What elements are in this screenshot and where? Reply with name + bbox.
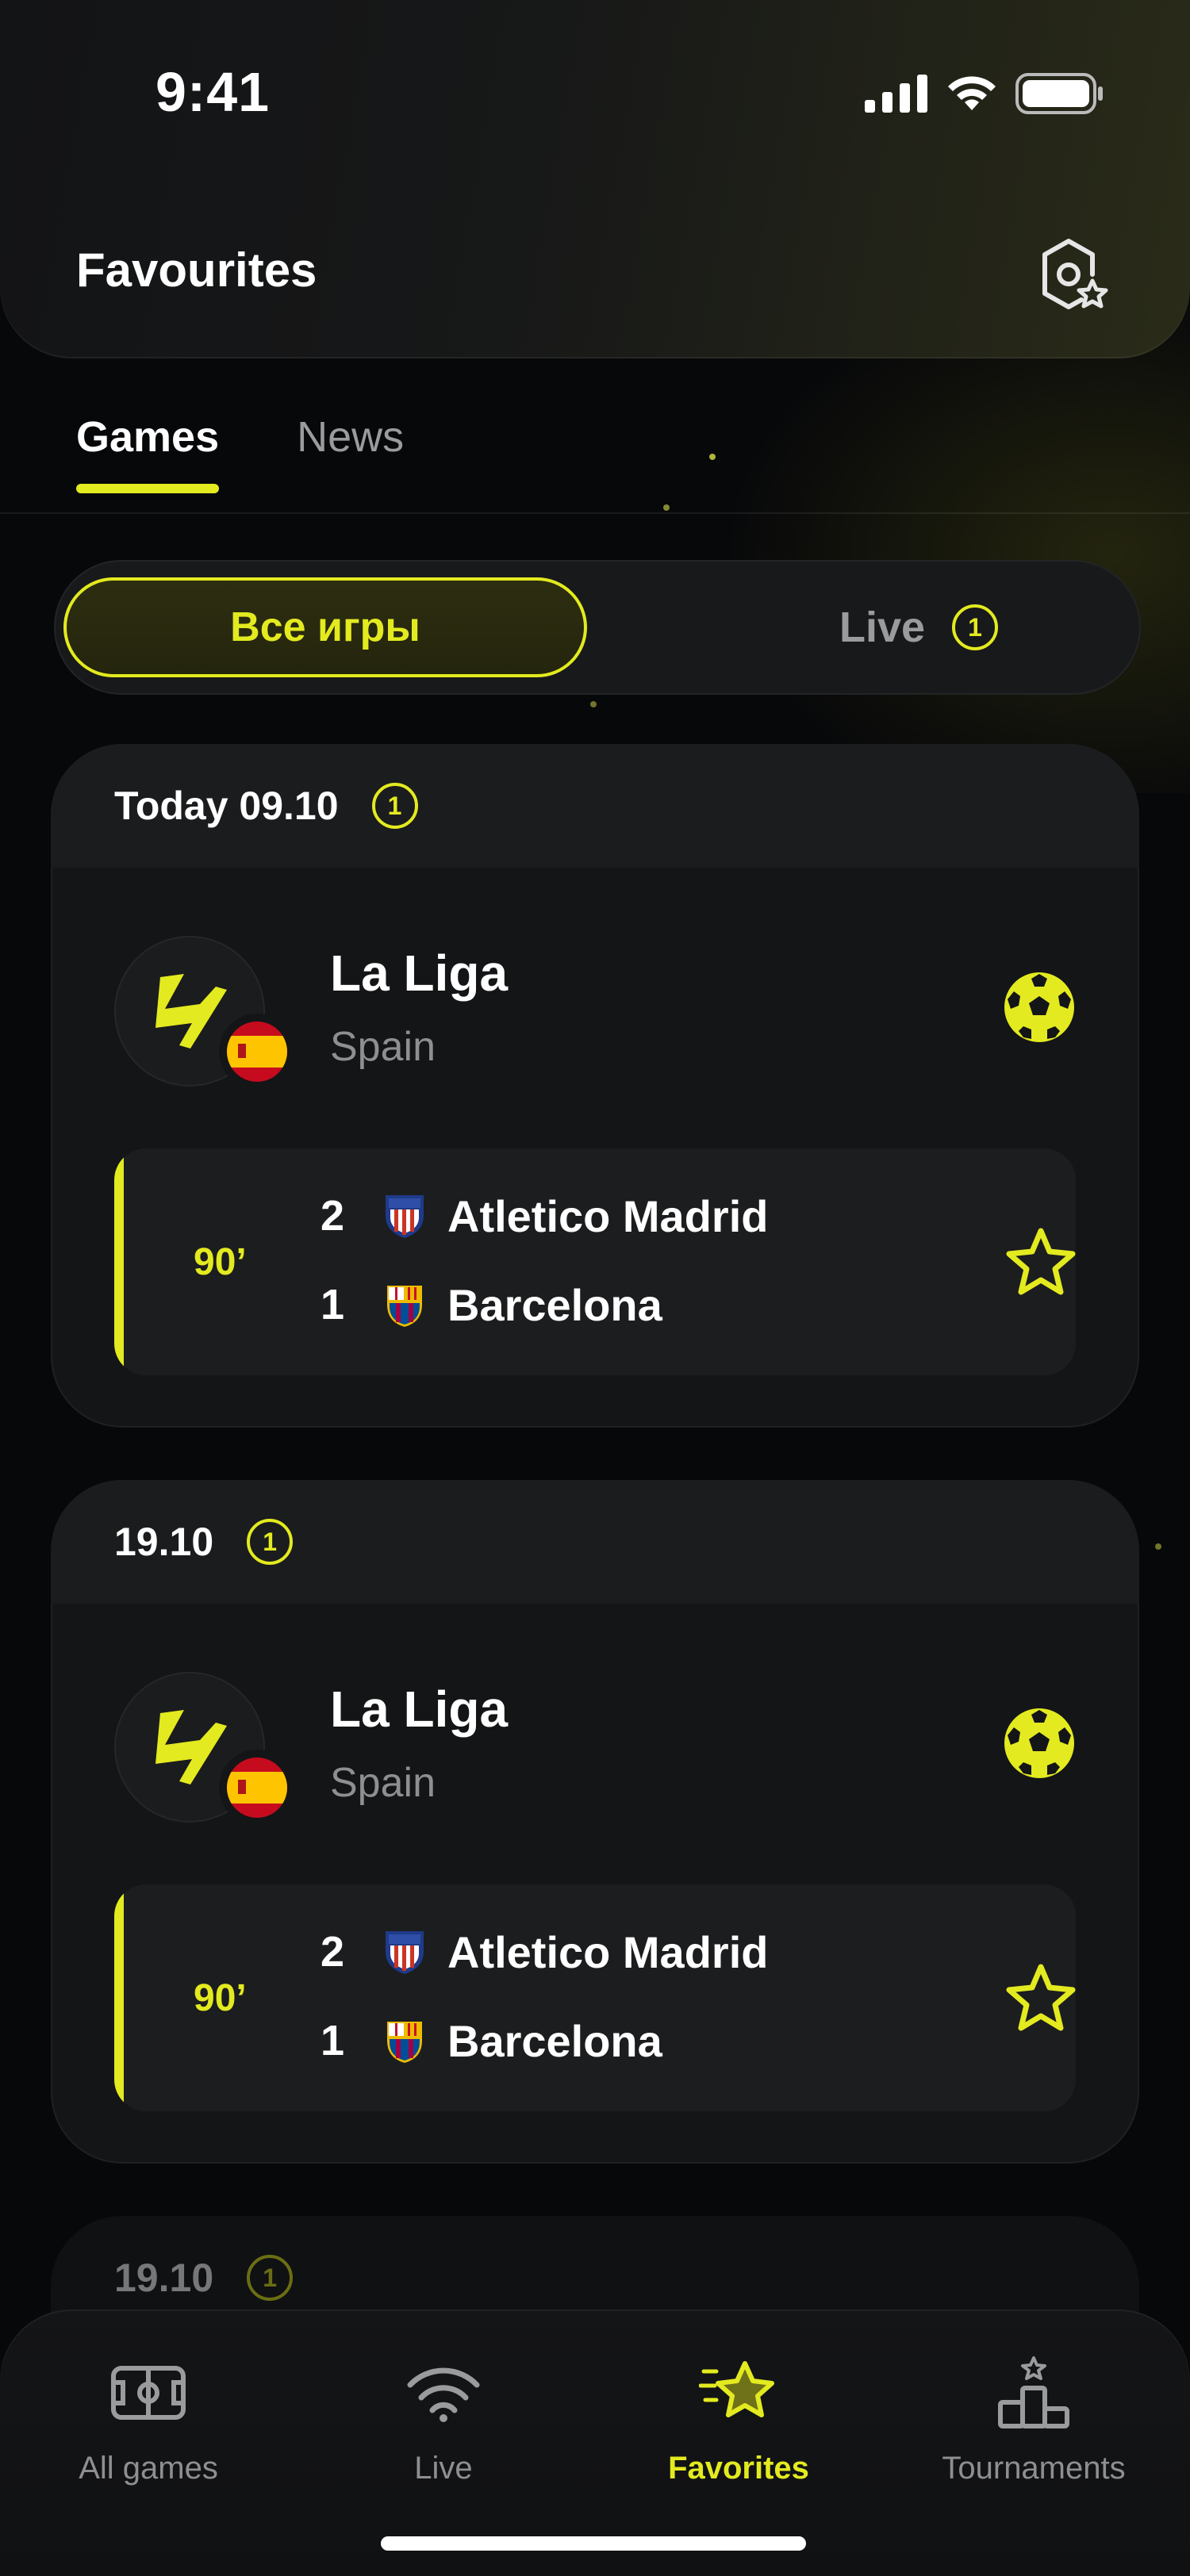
home-team-name: Atletico Madrid xyxy=(447,1190,769,1241)
away-team-row: 1 Barcelona xyxy=(321,2013,662,2068)
nav-live-label: Live xyxy=(414,2451,473,2486)
decor-dot xyxy=(590,701,597,707)
card-header: Today 09.10 1 xyxy=(51,744,1139,868)
battery-icon xyxy=(1015,73,1103,114)
decor-dot xyxy=(1155,1543,1161,1550)
live-filter-label: Live xyxy=(839,604,926,651)
nav-all-games[interactable]: All games xyxy=(17,2349,279,2486)
match-row[interactable]: 90’ 2 Atletico Madrid 1 Barcelona xyxy=(114,1884,1076,2111)
decor-dot xyxy=(663,504,670,511)
decor-dot xyxy=(709,454,716,460)
tab-games[interactable]: Games xyxy=(76,412,220,493)
league-country: Spain xyxy=(330,1760,436,1806)
field-icon xyxy=(105,2349,192,2436)
nav-favorites[interactable]: Favorites xyxy=(608,2349,869,2486)
podium-icon xyxy=(990,2349,1077,2436)
atletico-crest-icon xyxy=(386,1195,424,1238)
away-score: 1 xyxy=(321,1281,345,1328)
card-count-badge: 1 xyxy=(247,1519,294,1565)
live-filter-button[interactable]: Live 1 xyxy=(839,560,999,695)
wifi-icon xyxy=(948,76,996,110)
football-icon xyxy=(1004,972,1074,1042)
nav-favorites-label: Favorites xyxy=(668,2451,809,2486)
home-indicator[interactable] xyxy=(381,2536,806,2551)
barcelona-crest-icon xyxy=(387,2022,422,2063)
barcelona-crest-icon xyxy=(387,1286,422,1327)
favorite-star-icon[interactable] xyxy=(1001,1959,1076,2038)
nav-tournaments[interactable]: Tournaments xyxy=(903,2349,1165,2486)
match-minute: 90’ xyxy=(194,1240,247,1283)
home-team-row: 2 Atletico Madrid xyxy=(321,1188,768,1244)
home-team-row: 2 Atletico Madrid xyxy=(321,1924,768,1980)
card-date: 19.10 xyxy=(114,2256,214,2300)
live-indicator-bar xyxy=(114,1884,124,2111)
match-day-card: 19.10 1 La Liga Spain 90’ 2 Atletico Mad… xyxy=(51,1480,1139,2164)
away-team-row: 1 Barcelona xyxy=(321,1277,662,1332)
games-filter-segment: Все игры Live 1 xyxy=(54,560,1141,695)
star-icon xyxy=(695,2349,782,2436)
all-games-filter-label: Все игры xyxy=(230,604,420,650)
home-team-name: Atletico Madrid xyxy=(447,1926,769,1977)
live-indicator-bar xyxy=(114,1148,124,1375)
away-team-name: Barcelona xyxy=(447,1279,662,1330)
football-icon xyxy=(1004,1708,1074,1778)
tab-news[interactable]: News xyxy=(297,412,404,493)
cellular-signal-icon xyxy=(865,75,927,113)
status-icons xyxy=(865,71,1104,116)
all-games-filter-button[interactable]: Все игры xyxy=(63,577,587,677)
signal-icon xyxy=(400,2349,487,2436)
league-row[interactable]: La Liga Spain xyxy=(51,868,1139,1148)
match-row[interactable]: 90’ 2 Atletico Madrid 1 Barcelona xyxy=(114,1148,1076,1375)
home-score: 2 xyxy=(321,1928,345,1976)
league-row[interactable]: La Liga Spain xyxy=(51,1604,1139,1884)
tab-bar: Games News xyxy=(76,412,404,493)
settings-star-icon xyxy=(1042,239,1108,309)
league-country: Spain xyxy=(330,1024,436,1070)
match-day-card: Today 09.10 1 La Liga Spain 90’ 2 Atleti… xyxy=(51,744,1139,1428)
home-score: 2 xyxy=(321,1192,345,1240)
away-score: 1 xyxy=(321,2017,345,2064)
spain-flag-icon xyxy=(219,1014,295,1090)
match-minute: 90’ xyxy=(194,1976,247,2019)
card-date: Today 09.10 xyxy=(114,784,339,828)
status-bar: 9:41 xyxy=(0,0,1190,123)
nav-live[interactable]: Live xyxy=(313,2349,574,2486)
card-count-badge: 1 xyxy=(247,2255,294,2301)
page-title: Favourites xyxy=(76,243,317,297)
favorite-star-icon[interactable] xyxy=(1001,1223,1076,1302)
league-name: La Liga xyxy=(330,1681,509,1738)
tabs-divider xyxy=(0,512,1190,514)
league-name: La Liga xyxy=(330,945,509,1002)
nav-tournaments-label: Tournaments xyxy=(942,2451,1126,2486)
away-team-name: Barcelona xyxy=(447,2015,662,2066)
spain-flag-icon xyxy=(219,1750,295,1826)
status-time: 9:41 xyxy=(155,61,271,123)
favourites-settings-button[interactable] xyxy=(1031,235,1119,314)
live-count-badge: 1 xyxy=(952,604,999,650)
atletico-crest-icon xyxy=(386,1931,424,1974)
app-header: 9:41 Favourites xyxy=(0,0,1190,358)
nav-all-games-label: All games xyxy=(79,2451,218,2486)
card-date: 19.10 xyxy=(114,1520,214,1564)
card-header: 19.10 1 xyxy=(51,1480,1139,1604)
card-count-badge: 1 xyxy=(371,783,418,829)
